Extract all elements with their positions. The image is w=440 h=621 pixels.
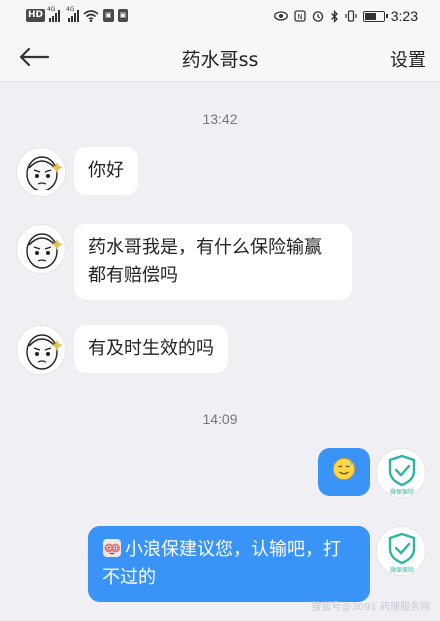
nfc-icon: N [294,10,306,22]
user-avatar[interactable]: 微保保险 [376,448,426,498]
incoming-message[interactable]: 有及时生效的吗 [74,325,228,373]
signal-icon: 4G [47,6,61,22]
signal-icon-2: 4G [66,6,80,22]
watermark: 搜狐号@3091 药理服务网 [311,602,430,613]
battery-icon [362,10,388,22]
cartoon-mascot-emoji-icon [103,539,121,557]
status-time: 3:23 [390,8,418,24]
hd-badge: HD [26,9,46,22]
message-text: 小浪保建议您，认输吧，打不过的 [102,539,341,588]
message-text: 有及时生效的吗 [88,338,214,359]
chat-title: 药水哥ss [181,49,259,71]
vibrate-icon [345,10,357,22]
contact-avatar[interactable] [16,224,66,274]
outgoing-message[interactable] [318,448,370,496]
user-avatar[interactable]: 微保保险 [376,526,426,576]
incoming-message[interactable]: 你好 [74,147,138,195]
network-type-label: 4G [47,5,56,13]
alarm-icon [312,11,323,22]
meme-face-avatar-icon [26,334,63,370]
meme-face-avatar-icon [26,233,63,269]
insurance-shield-icon: 微保保险 [388,454,416,496]
message-text: 你好 [88,160,124,181]
chat-header: 药水哥ss 设置 [0,32,440,82]
insurance-shield-icon: 微保保险 [388,532,416,574]
status-bar: HD 4G 4G ▣ ▣ N 3:23 [0,0,440,32]
svg-text:N: N [297,13,302,21]
avatar-caption: 微保保险 [390,566,414,574]
status-left: HD 4G 4G ▣ ▣ [26,6,129,22]
contact-avatar[interactable] [16,147,66,197]
outgoing-message[interactable]: 小浪保建议您，认输吧，打不过的 [88,526,370,602]
app-badge-2: ▣ [117,9,129,22]
contact-avatar[interactable] [16,325,66,375]
avatar-caption: 微保保险 [390,488,414,496]
message-text: 药水哥我是，有什么保险输赢都有赔偿吗 [88,237,322,286]
wifi-icon [83,9,99,22]
timestamp: 14:09 [202,411,238,427]
sweat-smile-emoji-icon [333,458,355,480]
bluetooth-icon [330,9,338,23]
settings-button[interactable]: 设置 [390,46,426,72]
incoming-message[interactable]: 药水哥我是，有什么保险输赢都有赔偿吗 [74,224,352,300]
timestamp: 13:42 [202,111,238,127]
eye-icon [273,11,288,21]
app-badge-1: ▣ [103,9,114,22]
meme-face-avatar-icon [23,156,63,196]
status-right: N 3:23 [273,8,418,24]
network-type-label-2: 4G [66,5,75,13]
